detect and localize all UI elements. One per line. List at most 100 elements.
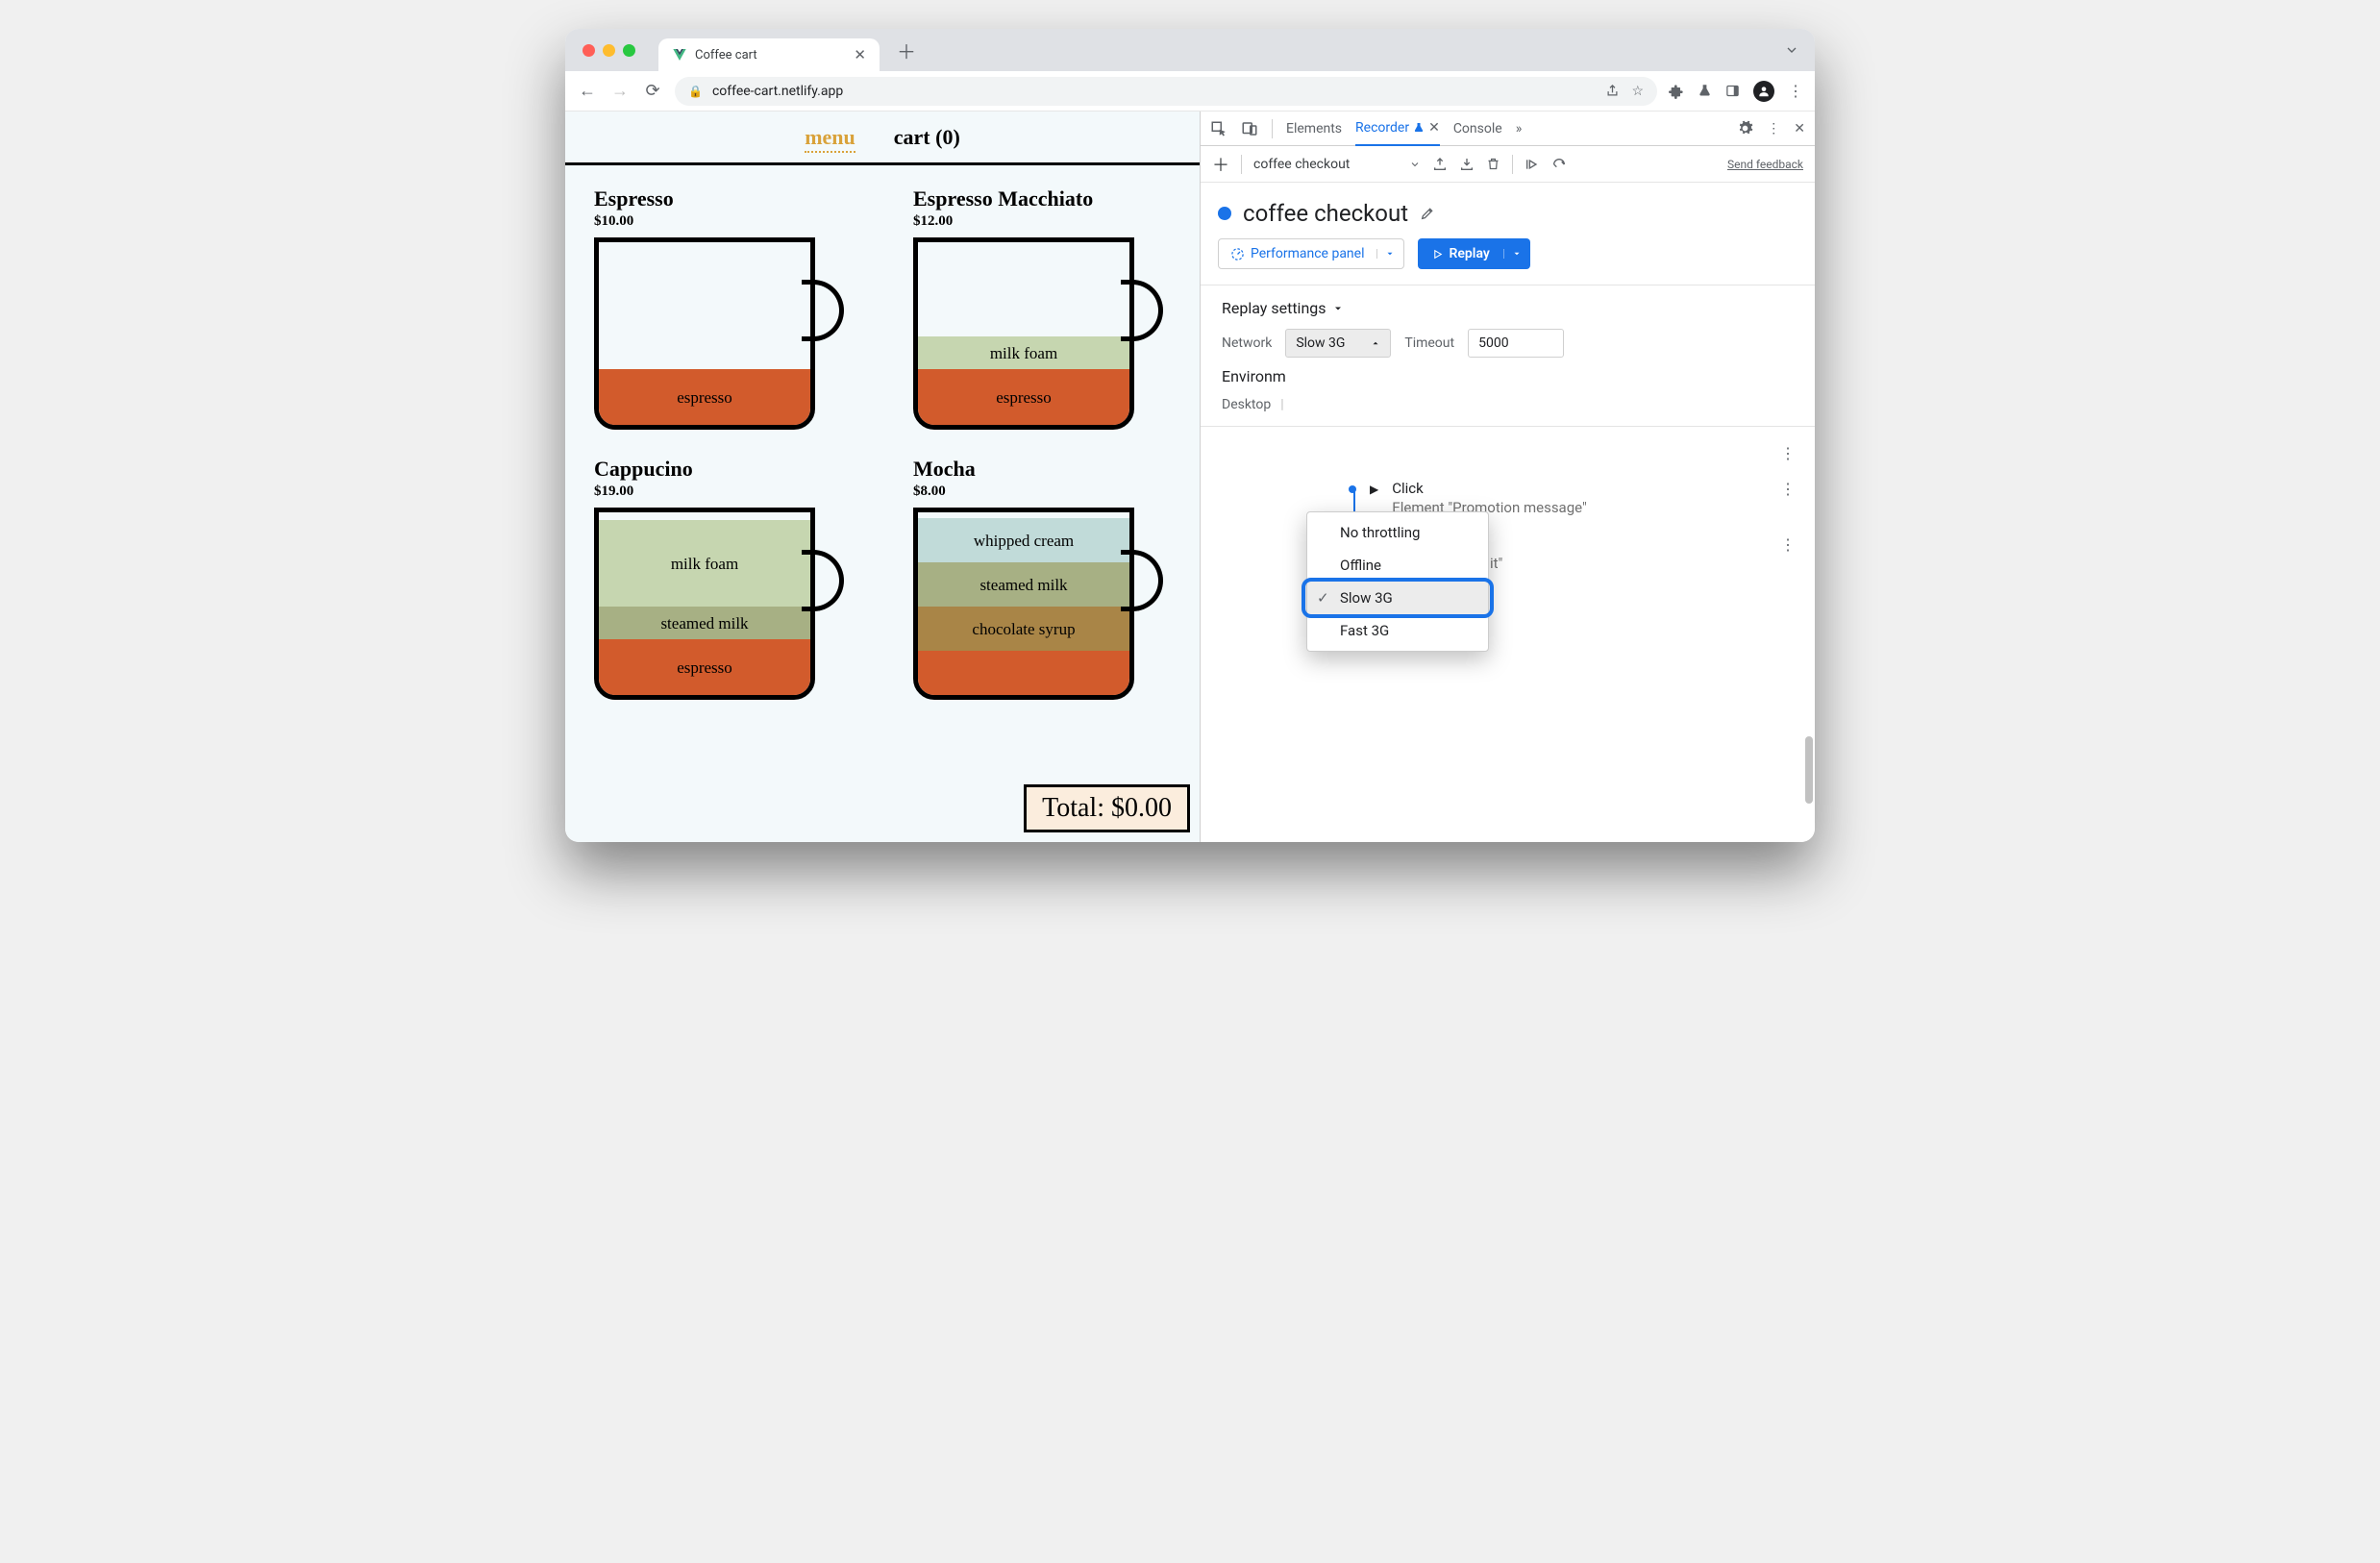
- product-name: Mocha: [913, 457, 1200, 482]
- recording-name-select[interactable]: coffee checkout: [1253, 157, 1398, 172]
- steps-list: ⋮ ▶ Click Element "Promotion message" ⋮: [1201, 426, 1815, 601]
- step-menu-icon[interactable]: ⋮: [1780, 444, 1796, 462]
- recording-header: coffee checkout: [1201, 183, 1815, 238]
- product-cappucino[interactable]: Cappucino $19.00 milk foam steamed milk …: [594, 457, 882, 700]
- breakpoint-icon[interactable]: [1551, 157, 1567, 172]
- step-row[interactable]: ⋮: [1220, 436, 1796, 470]
- recorder-toolbar: ＋ coffee checkout: [1201, 146, 1815, 183]
- record-indicator-icon: [1218, 207, 1231, 220]
- profile-avatar[interactable]: [1753, 81, 1774, 102]
- layer-steamed-milk: steamed milk: [918, 562, 1129, 607]
- product-price: $8.00: [913, 484, 1200, 500]
- export-icon[interactable]: [1432, 157, 1448, 172]
- new-tab-button[interactable]: ＋: [889, 37, 924, 64]
- tabs-menu-icon[interactable]: [1784, 42, 1799, 58]
- nav-cart[interactable]: cart (0): [894, 125, 960, 153]
- tab-title: Coffee cart: [695, 48, 846, 62]
- timeout-label: Timeout: [1404, 335, 1454, 351]
- replay-button[interactable]: Replay: [1418, 238, 1530, 269]
- import-icon[interactable]: [1459, 157, 1475, 172]
- minimize-window-icon[interactable]: [603, 44, 615, 57]
- mug-icon: milk foam steamed milk espresso: [594, 508, 844, 700]
- layer-espresso: espresso: [599, 639, 810, 695]
- step-icon[interactable]: [1525, 157, 1540, 172]
- option-fast-3g[interactable]: Fast 3G: [1307, 614, 1488, 647]
- replay-settings-heading[interactable]: Replay settings: [1222, 299, 1794, 317]
- maximize-window-icon[interactable]: [623, 44, 635, 57]
- close-tab-icon[interactable]: ✕: [1428, 120, 1440, 136]
- mug-icon: whipped cream steamed milk chocolate syr…: [913, 508, 1163, 700]
- product-name: Espresso Macchiato: [913, 186, 1200, 211]
- browser-tab[interactable]: Coffee cart ✕: [658, 38, 880, 71]
- devtools-tabs: Elements Recorder ✕ Console » ⋮ ✕: [1201, 112, 1815, 146]
- replay-settings-section: Replay settings Network Slow 3G Timeout …: [1201, 285, 1815, 426]
- back-button[interactable]: ←: [577, 81, 598, 101]
- labs-icon[interactable]: [1698, 84, 1712, 98]
- tab-console[interactable]: Console: [1453, 112, 1502, 146]
- network-select[interactable]: Slow 3G: [1285, 329, 1391, 358]
- address-bar[interactable]: 🔒 coffee-cart.netlify.app ☆: [675, 77, 1657, 106]
- url-text: coffee-cart.netlify.app: [712, 84, 843, 99]
- expand-icon[interactable]: ▶: [1370, 483, 1378, 496]
- layer-milk-foam: milk foam: [918, 336, 1129, 369]
- chevron-down-icon[interactable]: [1503, 249, 1530, 259]
- browser-toolbar: ← → ⟳ 🔒 coffee-cart.netlify.app ☆: [565, 71, 1815, 112]
- product-price: $19.00: [594, 484, 882, 500]
- bookmark-icon[interactable]: ☆: [1631, 84, 1644, 99]
- kebab-menu-icon[interactable]: ⋮: [1767, 121, 1780, 136]
- option-offline[interactable]: Offline: [1307, 549, 1488, 582]
- add-recording-icon[interactable]: ＋: [1212, 152, 1229, 177]
- timeout-input[interactable]: 5000: [1468, 329, 1564, 358]
- product-macchiato[interactable]: Espresso Macchiato $12.00 milk foam espr…: [913, 186, 1200, 430]
- recording-title: coffee checkout: [1243, 200, 1408, 227]
- desktop-label: Desktop: [1222, 397, 1271, 412]
- close-tab-icon[interactable]: ✕: [854, 46, 866, 63]
- layer-whipped-cream: whipped cream: [918, 518, 1129, 562]
- recording-actions: Performance panel Replay: [1201, 238, 1815, 285]
- window-controls: [583, 44, 635, 57]
- scrollbar-thumb[interactable]: [1805, 736, 1813, 804]
- webpage: menu cart (0) Espresso $10.00 espresso: [565, 112, 1200, 842]
- tab-recorder[interactable]: Recorder ✕: [1355, 112, 1440, 146]
- network-dropdown: No throttling Offline ✓ Slow 3G Fast 3G: [1306, 511, 1489, 652]
- extensions-icon[interactable]: [1669, 84, 1684, 99]
- product-name: Cappucino: [594, 457, 882, 482]
- cart-total[interactable]: Total: $0.00: [1024, 784, 1190, 832]
- layer-steamed-milk: steamed milk: [599, 607, 810, 639]
- layer-chocolate-syrup: chocolate syrup: [918, 607, 1129, 651]
- product-mocha[interactable]: Mocha $8.00 whipped cream steamed milk c…: [913, 457, 1200, 700]
- device-toggle-icon[interactable]: [1241, 120, 1258, 137]
- tab-elements[interactable]: Elements: [1286, 112, 1342, 146]
- layer-espresso: espresso: [599, 369, 810, 425]
- tab-strip: Coffee cart ✕ ＋: [565, 29, 1815, 71]
- option-no-throttling[interactable]: No throttling: [1307, 516, 1488, 549]
- close-window-icon[interactable]: [583, 44, 595, 57]
- option-slow-3g[interactable]: ✓ Slow 3G: [1307, 582, 1488, 614]
- chevron-down-icon[interactable]: [1376, 249, 1403, 259]
- menu-icon[interactable]: ⋮: [1788, 82, 1803, 100]
- mug-icon: espresso: [594, 237, 844, 430]
- product-espresso[interactable]: Espresso $10.00 espresso: [594, 186, 882, 430]
- inspect-icon[interactable]: [1210, 120, 1227, 137]
- delete-icon[interactable]: [1486, 157, 1500, 171]
- step-title: Click: [1392, 480, 1587, 497]
- chevron-down-icon[interactable]: [1409, 159, 1421, 170]
- send-feedback-link[interactable]: Send feedback: [1727, 158, 1803, 171]
- more-tabs-icon[interactable]: »: [1516, 121, 1523, 136]
- settings-icon[interactable]: [1737, 120, 1753, 136]
- step-menu-icon[interactable]: ⋮: [1780, 535, 1796, 554]
- environment-heading: Environm: [1222, 367, 1794, 385]
- nav-menu[interactable]: menu: [805, 125, 855, 153]
- reload-button[interactable]: ⟳: [642, 81, 663, 101]
- close-devtools-icon[interactable]: ✕: [1794, 121, 1805, 136]
- browser-window: Coffee cart ✕ ＋ ← → ⟳ 🔒 coffee-cart.netl…: [565, 29, 1815, 842]
- mug-icon: milk foam espresso: [913, 237, 1163, 430]
- performance-panel-button[interactable]: Performance panel: [1218, 238, 1404, 269]
- edit-icon[interactable]: [1420, 206, 1435, 221]
- share-icon[interactable]: [1605, 84, 1620, 98]
- layer-espresso: espresso: [918, 369, 1129, 425]
- vue-favicon-icon: [672, 47, 687, 62]
- side-panel-icon[interactable]: [1725, 84, 1740, 98]
- forward-button: →: [609, 81, 631, 101]
- step-menu-icon[interactable]: ⋮: [1780, 480, 1796, 498]
